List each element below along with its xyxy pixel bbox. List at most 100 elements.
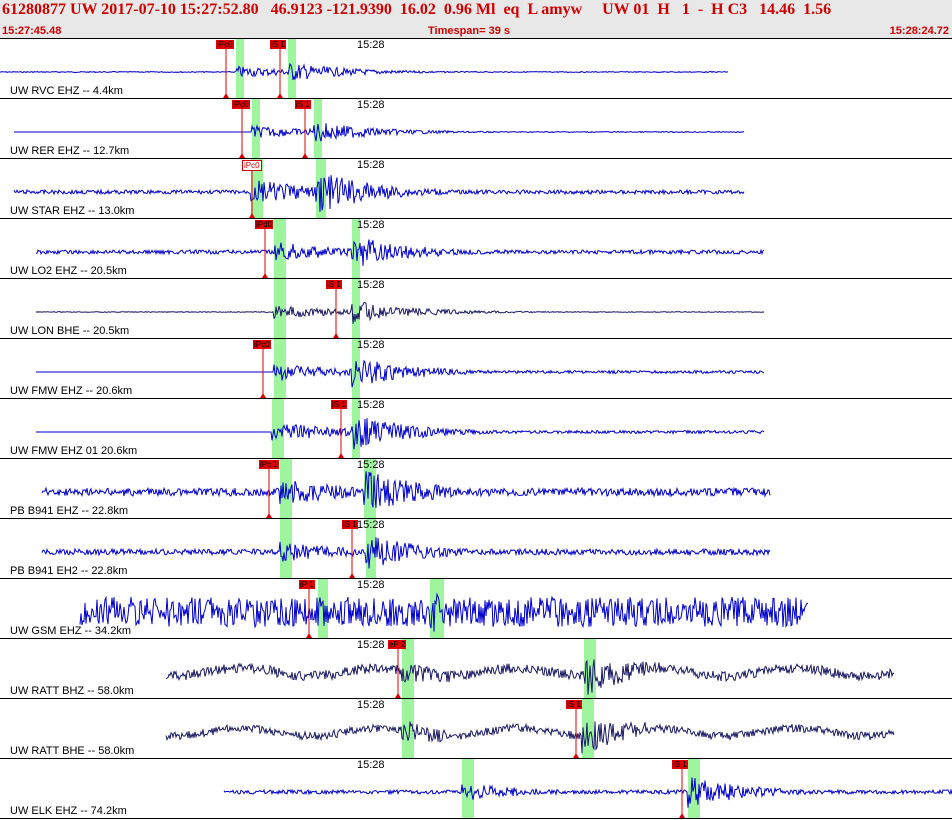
channel-label: PB B941 EH2 -- 22.8km <box>10 565 128 577</box>
pick-marker-icon <box>349 573 355 578</box>
channel-label: UW FMW EHZ -- 20.6km <box>10 385 133 397</box>
channel-label: UW GSM EHZ -- 34.2km <box>10 625 132 637</box>
time-tick-label: 15:28 <box>357 339 385 351</box>
channel-label: UW LON BHE -- 20.5km <box>10 325 130 337</box>
waveform-plot <box>14 99 745 158</box>
waveform-plot <box>41 459 771 518</box>
phase-pick-label[interactable]: iS 1 <box>672 760 688 769</box>
pick-marker-icon <box>260 393 266 398</box>
time-tick-label: 15:28 <box>357 699 385 711</box>
time-tick-label: 15:28 <box>357 159 385 171</box>
phase-pick-label[interactable]: iS 1 <box>566 700 582 709</box>
phase-window <box>272 399 284 458</box>
waveform-trace <box>14 123 745 142</box>
time-tick-label: 15:28 <box>357 579 385 591</box>
waveform-trace <box>36 239 765 266</box>
time-tick-label: 15:28 <box>357 399 385 411</box>
seismogram-panel[interactable]: 15:28 iPc0 UW STAR EHZ -- 13.0km <box>0 159 952 219</box>
waveform-trace <box>36 418 765 450</box>
waveform-plot <box>36 399 765 458</box>
seismogram-panel[interactable]: 15:28 eP 2 UW RATT BHZ -- 58.0km <box>0 639 952 699</box>
phase-pick-label[interactable]: iPc0 <box>253 340 271 349</box>
waveform-trace <box>165 659 895 695</box>
event-header: 61280877 UW 2017-07-10 15:27:52.80 46.91… <box>0 0 952 24</box>
phase-pick-label[interactable]: iS 1 <box>331 400 347 409</box>
channel-label: UW RER EHZ -- 12.7km <box>10 145 130 157</box>
waveform-trace <box>41 471 771 508</box>
seismogram-panel[interactable]: 15:28 iS 1 UW FMW EHZ 01 20.6km <box>0 399 952 459</box>
pick-marker-icon <box>679 813 685 818</box>
waveform-trace <box>35 301 765 324</box>
waveform-trace <box>223 777 952 808</box>
waveform-trace <box>0 62 729 80</box>
time-tick-label: 15:28 <box>357 459 385 471</box>
phase-pick-label[interactable]: iPd0 <box>255 220 274 229</box>
time-tick-label: 15:28 <box>357 39 385 51</box>
waveform-trace <box>36 359 765 388</box>
start-time: 15:27:45.48 <box>2 25 62 37</box>
time-tick-label: 15:28 <box>357 99 385 111</box>
time-tick-label: 15:28 <box>357 219 385 231</box>
pick-marker-icon <box>277 93 283 98</box>
waveform-plot <box>36 219 765 278</box>
waveform-plot <box>13 159 745 218</box>
waveform-plot <box>36 339 765 398</box>
waveform-plot <box>165 699 895 758</box>
seismogram-panel[interactable]: 15:28 iPc 1 PB B941 EHZ -- 22.8km <box>0 459 952 519</box>
phase-pick-label[interactable]: iPc0 <box>216 40 234 49</box>
waveform-plot <box>223 759 952 818</box>
seismogram-panel[interactable]: 15:28 iS 1 UW RATT BHE -- 58.0km <box>0 699 952 759</box>
waveform-plot <box>0 39 729 98</box>
seismogram-panel[interactable]: 15:28 iPc0 iS 1 UW RER EHZ -- 12.7km <box>0 99 952 159</box>
time-tick-label: 15:28 <box>357 519 385 531</box>
phase-pick-label[interactable]: iPc0 <box>232 100 250 109</box>
timespan: Timespan= 39 s <box>428 25 511 37</box>
event-summary: 61280877 UW 2017-07-10 15:27:52.80 46.91… <box>2 1 832 18</box>
pick-marker-icon <box>306 633 312 638</box>
pick-marker-icon <box>338 453 344 458</box>
waveform-trace <box>165 721 895 754</box>
channel-label: PB B941 EHZ -- 22.8km <box>10 505 128 517</box>
seismogram-panel[interactable]: 15:28 iS 1 PB B941 EH2 -- 22.8km <box>0 519 952 579</box>
pick-marker-icon <box>239 153 245 158</box>
phase-pick-label[interactable]: iPc 1 <box>259 460 279 469</box>
waveform-trace <box>41 537 771 569</box>
phase-pick-label[interactable]: iPc0 <box>242 160 262 171</box>
pick-marker-icon <box>573 753 579 758</box>
pick-marker-icon <box>302 153 308 158</box>
channel-label: UW RATT BHE -- 58.0km <box>10 745 135 757</box>
time-range-bar: 15:27:45.48 Timespan= 39 s 15:28:24.72 <box>0 24 952 39</box>
pick-marker-icon <box>395 693 401 698</box>
seismogram-panel[interactable]: 15:28 iPc0 iS 1 UW RVC EHZ -- 4.4km <box>0 39 952 99</box>
phase-pick-label[interactable]: iS 1 <box>270 40 286 49</box>
pick-marker-icon <box>223 93 229 98</box>
time-tick-label: 15:28 <box>357 639 385 651</box>
waveform-plot <box>41 519 771 578</box>
pick-marker-icon <box>266 513 272 518</box>
waveform-plot <box>165 639 895 698</box>
channel-label: UW STAR EHZ -- 13.0km <box>10 205 135 217</box>
phase-window <box>582 699 594 758</box>
phase-pick-label[interactable]: iS 1 <box>326 280 342 289</box>
time-tick-label: 15:28 <box>357 279 385 291</box>
phase-window <box>274 339 286 398</box>
phase-pick-label[interactable]: eP 2 <box>388 640 407 649</box>
pick-marker-icon <box>262 273 268 278</box>
phase-pick-label[interactable]: iS 1 <box>295 100 311 109</box>
seismogram-panel[interactable]: 15:28 iPd0 UW LO2 EHZ -- 20.5km <box>0 219 952 279</box>
seismogram-panel[interactable]: 15:28 iS 1 UW LON BHE -- 20.5km <box>0 279 952 339</box>
channel-label: UW ELK EHZ -- 74.2km <box>10 805 127 817</box>
waveform-plot <box>35 279 765 338</box>
time-tick-label: 15:28 <box>357 759 385 771</box>
seismogram-panel[interactable]: 15:28 iPc0 UW FMW EHZ -- 20.6km <box>0 339 952 399</box>
seismogram-panel[interactable]: 15:28 iS 1 UW ELK EHZ -- 74.2km <box>0 759 952 819</box>
seismogram-panel[interactable]: 15:28 iP 1 UW GSM EHZ -- 34.2km <box>0 579 952 639</box>
end-time: 15:28:24.72 <box>889 25 949 37</box>
seismogram-panels: 15:28 iPc0 iS 1 UW RVC EHZ -- 4.4km 15:28 iPc… <box>0 39 952 820</box>
phase-window <box>314 99 322 158</box>
channel-label: UW RVC EHZ -- 4.4km <box>10 85 123 97</box>
channel-label: UW RATT BHZ -- 58.0km <box>10 685 134 697</box>
phase-pick-label[interactable]: iS 1 <box>342 520 358 529</box>
phase-pick-label[interactable]: iP 1 <box>299 580 315 589</box>
channel-label: UW LO2 EHZ -- 20.5km <box>10 265 127 277</box>
